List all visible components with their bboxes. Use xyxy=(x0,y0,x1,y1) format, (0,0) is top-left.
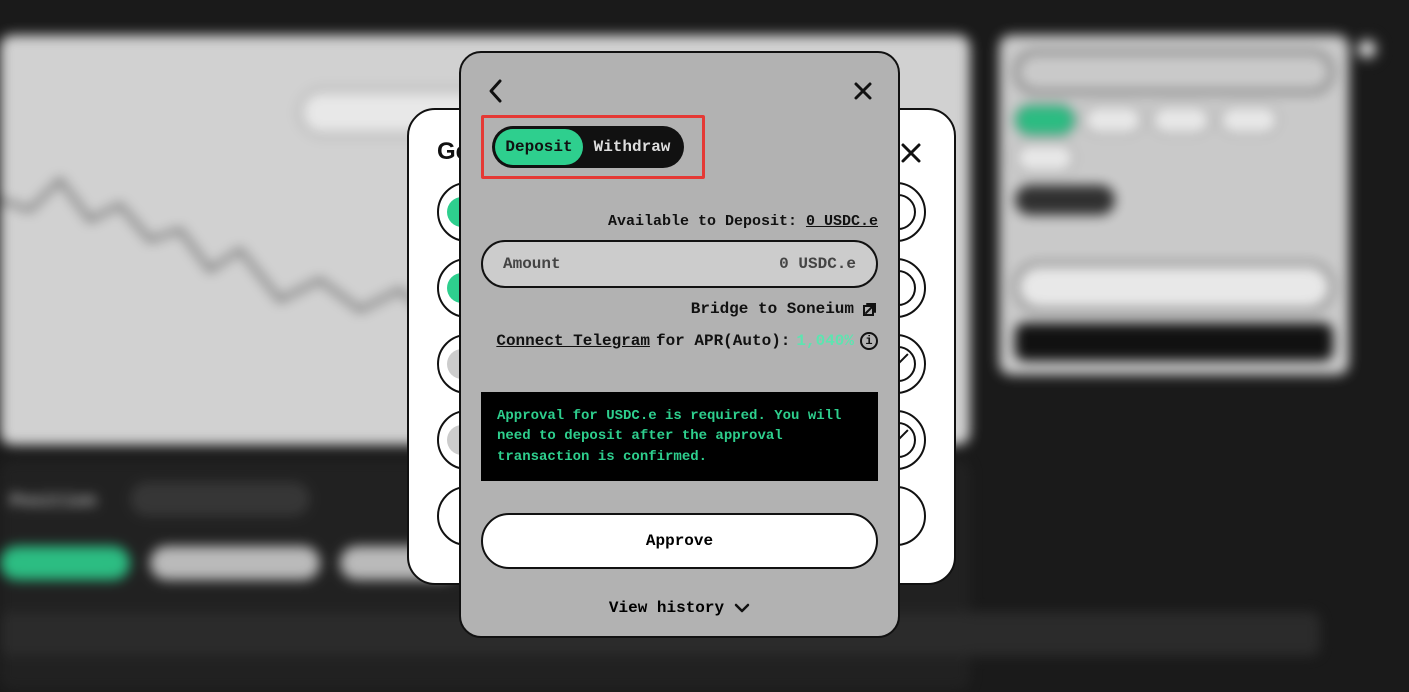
amount-placeholder: Amount xyxy=(503,255,561,273)
chevron-down-icon xyxy=(734,602,750,614)
apr-row: Connect Telegram for APR(Auto): 1,040% i xyxy=(481,332,878,350)
amount-input[interactable]: Amount 0 USDC.e xyxy=(481,240,878,288)
bg-position-label: Position xyxy=(10,492,96,512)
view-history-label: View history xyxy=(609,599,724,617)
bg-pill xyxy=(150,546,320,580)
bg-pill-active xyxy=(0,546,130,580)
deposit-modal: Deposit Withdraw Available to Deposit: 0… xyxy=(459,51,900,638)
available-to-deposit: Available to Deposit: 0 USDC.e xyxy=(481,213,878,230)
connect-telegram-link[interactable]: Connect Telegram xyxy=(496,332,650,350)
approve-button[interactable]: Approve xyxy=(481,513,878,569)
bg-help-dot xyxy=(1353,35,1381,63)
close-icon[interactable] xyxy=(848,76,878,106)
bridge-label: Bridge to Soneium xyxy=(691,300,854,318)
deposit-withdraw-toggle: Deposit Withdraw xyxy=(492,126,684,168)
view-history-link[interactable]: View history xyxy=(481,599,878,617)
apr-suffix: for APR(Auto): xyxy=(656,332,790,350)
amount-value-display: 0 USDC.e xyxy=(779,255,856,273)
bg-side-panel xyxy=(999,35,1349,375)
apr-rate: 1,040% xyxy=(796,332,854,350)
bg-pill xyxy=(130,482,310,516)
available-label: Available to Deposit: xyxy=(608,213,806,230)
back-icon[interactable] xyxy=(481,76,511,106)
available-value[interactable]: 0 USDC.e xyxy=(806,213,878,230)
info-icon[interactable]: i xyxy=(860,332,878,350)
external-link-icon xyxy=(862,301,878,317)
tab-withdraw[interactable]: Withdraw xyxy=(583,129,681,165)
bg-chart-line xyxy=(0,150,430,330)
highlighted-region: Deposit Withdraw xyxy=(481,115,705,179)
bridge-link[interactable]: Bridge to Soneium xyxy=(481,300,878,318)
approval-notice: Approval for USDC.e is required. You wil… xyxy=(481,392,878,481)
tab-deposit[interactable]: Deposit xyxy=(495,129,583,165)
